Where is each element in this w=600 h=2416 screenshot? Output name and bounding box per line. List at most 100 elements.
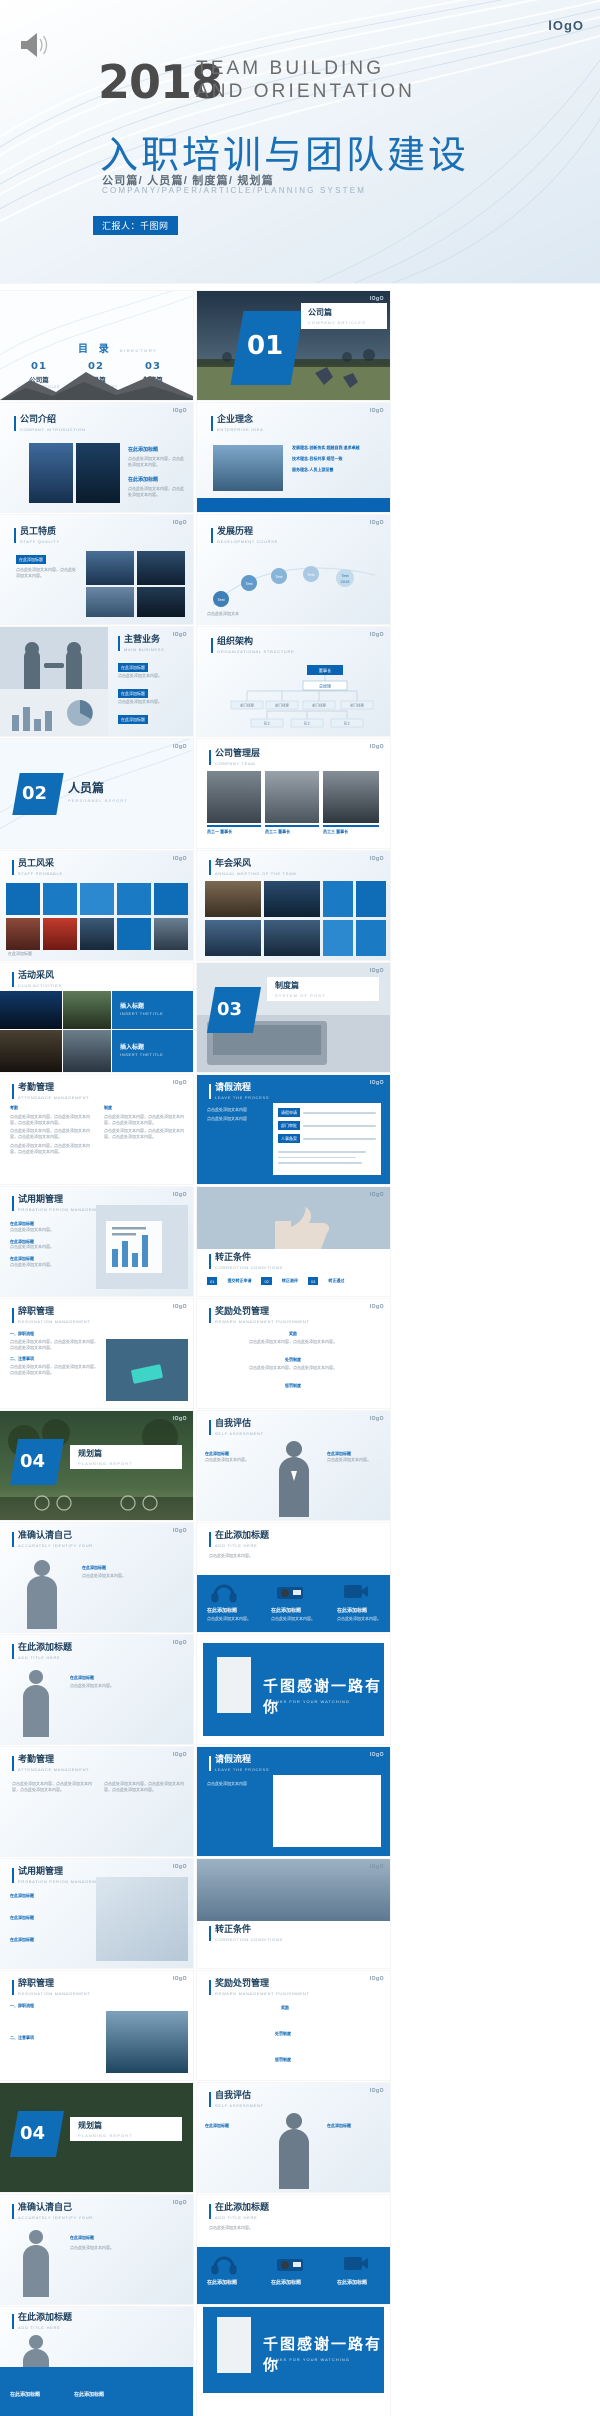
svg-text:Text: Text	[307, 572, 315, 577]
accent-tick	[209, 1980, 211, 1995]
svg-text:Text: Text	[217, 597, 225, 602]
icon-strip: 在此添加标题 在此添加标题	[0, 2367, 193, 2416]
text-block-1: 在此添加标题 点击此处添加文本内容，点击此处添加文本内容。	[128, 447, 186, 468]
section-slide-01[interactable]: 01 公司篇 COMPANY ARTICLES lOgO	[197, 291, 390, 400]
slide-prepare-target[interactable]: 准确认清自己 ACCURATELY IDENTIFY YOUR 在此添加标题 点…	[0, 1523, 193, 1632]
slide-body: 点击此处添加文本内容，点击此处添加文本内容，点击此处添加文本内容。	[104, 1128, 184, 1140]
slide-main-business[interactable]: 主营业务 MAIN BUSINESS 在此添加标题 点击此处添加文本内容。 在此…	[0, 627, 193, 736]
slide-resign[interactable]: 辞职管理 RESIGNATION MANAGEMENT 一、辞职流程 点击此处添…	[0, 1299, 193, 1408]
flow-connector	[303, 1111, 376, 1114]
icon-tile-umbrella	[6, 883, 40, 915]
mini-logo: lOgO	[369, 968, 384, 974]
accent-tick	[118, 636, 120, 651]
slide-attendance[interactable]: 考勤管理 ATTENDANCE MANAGEMENT 考勤 点击此处添加文本内容…	[0, 1075, 193, 1184]
section-title-card: 规划篇 PLANNING REPORT	[70, 2117, 182, 2141]
section-04-title-card: 规划篇 PLANNING REPORT	[70, 1445, 182, 1469]
svg-text:员工: 员工	[344, 722, 351, 726]
accent-tick	[12, 1868, 14, 1883]
slide-extra-9[interactable]: 准确认清自己 ACCURATELY IDENTIFY YOUR 在此添加标题 点…	[0, 2195, 193, 2304]
slide-extra-6[interactable]: 奖励处罚管理 REWARD MANAGEMENT PUNISHMENT 奖励 处…	[197, 1971, 390, 2080]
svg-text:Text: Text	[245, 581, 253, 586]
slide-extra-10[interactable]: 在此添加标题 ADD TITLE HERE 点击此处添加文本内容。 在此添加标题…	[197, 2195, 390, 2304]
section-slide-03[interactable]: 03 制度篇 SYSTEM OF POST lOgO	[197, 963, 390, 1072]
person-silhouette-icon	[23, 2230, 49, 2297]
accent-tick	[211, 416, 213, 431]
projector-icon	[275, 2251, 305, 2280]
slide-title-en: LEAVE THE PROCESS	[215, 1766, 270, 1772]
slide-label-2: 制度	[104, 1105, 112, 1110]
slide-probation[interactable]: 试用期管理 PROBATION PERIOD MANAGEMENT 在此添加标题…	[0, 1187, 193, 1296]
slide-activity-style[interactable]: 活动采风 CLUB ACTIVITIES 插入标题 INSERT THETITL…	[0, 963, 193, 1072]
slide-label-1: 在此添加标题	[207, 1608, 238, 1614]
slide-title-en: COMPANY INTRODUCTION	[20, 426, 86, 432]
slide-label-1: 在此添加标题	[10, 2392, 41, 2398]
photo-tile	[323, 920, 353, 956]
headphone-icon	[211, 1581, 237, 1608]
slide-extra-4[interactable]: 转正条件 CORRECTION CONDITIONS lOgO	[197, 1859, 390, 1968]
slide-reward-punish[interactable]: 奖励处罚管理 REWARD MANAGEMENT PUNISHMENT 奖励 点…	[197, 1299, 390, 1408]
accent-tick	[12, 1756, 14, 1771]
slide-enterprise-idea[interactable]: 企业理念 ENTERPRISE IDEA 发展理念-创新务实 超越自我 追求卓越…	[197, 403, 390, 512]
slide-title-cn: 公司介绍	[20, 414, 57, 424]
reward-block: 奖励 点击此处添加文本内容，点击此处添加文本内容。	[209, 1331, 377, 1345]
slide-label-1: 在此添加标题	[128, 447, 159, 453]
text-block-2: 在此添加标题 点击此处添加文本内容，点击此处添加文本内容。	[128, 477, 186, 498]
slide-extra-8[interactable]: 自我评估 SELF ASSESSMENT 在此添加标题 在此添加标题 lOgO	[197, 2083, 390, 2192]
section-title-cn: 规划篇	[78, 2121, 102, 2130]
leave-flow-card: 请假申请 部门审批 人事备案	[273, 1103, 381, 1175]
slide-company-team[interactable]: 公司管理层 COMPANY TEAM 员工一 董事长 员工二 董事长 员工三 董…	[197, 739, 390, 848]
slide-company-intro[interactable]: 公司介绍 COMPANY INTRODUCTION 在此添加标题 点击此处添加文…	[0, 403, 193, 512]
slide-staff-style[interactable]: 员工风采 STAFF PROBABLE 在此添加标题 lOgO	[0, 851, 193, 960]
section-01-title-cn: 公司篇	[308, 308, 332, 317]
toc-slide[interactable]: 目 录 DIRECTORY 01 公司篇 COMPANY ARTICLES 02…	[0, 291, 193, 400]
slide-title-cn: 奖励处罚管理	[215, 1306, 270, 1316]
slide-dev-course[interactable]: 发展历程 DEVELOPMENT COURSE Text Text Text Text…	[197, 515, 390, 624]
slide-title-cn: 在此添加标题	[215, 2202, 270, 2212]
hero-english-title: TEAM BUILDING AND ORIENTATION	[196, 57, 415, 103]
flow-card	[273, 1775, 381, 1847]
thankyou-panel: 千图感谢一路有你 THANKS FOR YOUR WATCHING	[203, 2307, 384, 2393]
slide-body: 点击此处添加文本	[207, 611, 239, 616]
slide-title-en: CLUB ACTIVITIES	[18, 982, 62, 988]
photo-tile	[43, 918, 77, 950]
slide-add-title-here[interactable]: 在此添加标题 ADD TITLE HERE 点击此处添加文本内容。 在此添加标题…	[197, 1523, 390, 1632]
slide-body: 点击此处添加文本内容。	[209, 2225, 253, 2230]
slide-title-en: RESIGNATION MANAGEMENT	[18, 1990, 91, 1996]
slide-self-assess[interactable]: 自我评估 SELF ASSESSMENT 在此添加标题 点击此处添加文本内容。 …	[197, 1411, 390, 1520]
slide-title-cn: 在此添加标题	[18, 2312, 73, 2322]
mini-logo: lOgO	[369, 632, 384, 638]
slide-annual-meeting[interactable]: 年会采风 ANNUAL MEETING OF THE TEAM lOgO	[197, 851, 390, 960]
mini-logo: lOgO	[172, 1416, 187, 1422]
svg-text:董事长: 董事长	[319, 667, 332, 674]
slide-title-cn: 组织架构	[217, 636, 254, 646]
slide-extra-3[interactable]: 试用期管理 PROBATION PERIOD MANAGEMENT 在此添加标题…	[0, 1859, 193, 1968]
slide-body: 点击此处添加文本内容。	[337, 1616, 381, 1621]
slide-leave-process[interactable]: 请假流程 LEAVE THE PROCESS 点击此处添加文本内容 点击此处添加…	[197, 1075, 390, 1184]
slide-extra-1[interactable]: 考勤管理 ATTENDANCE MANAGEMENT 点击此处添加文本内容，点击…	[0, 1747, 193, 1856]
slide-placeholder-left[interactable]: 在此添加标题 ADD TITLE HERE 在此添加标题 点击此处添加文本内容。…	[0, 1635, 193, 1744]
slide-correction-conditions[interactable]: 转正条件 CORRECTION CONDITIONS 01 提交转正申请 02 …	[197, 1187, 390, 1296]
accent-tick	[209, 2092, 211, 2107]
attendance-text-left: 考勤 点击此处添加文本内容，点击此处添加文本内容，点击此处添加文本内容。 点击此…	[10, 1105, 94, 1155]
slide-extra-7[interactable]: 04 规划篇 PLANNING REPORT	[0, 2083, 193, 2192]
slide-title-cn: 在此添加标题	[18, 1642, 73, 1652]
thumbs-up-illustration	[197, 1187, 390, 1249]
slide-heading: 辞职管理 RESIGNATION MANAGEMENT	[12, 1978, 91, 1996]
slide-title-cn: 企业理念	[217, 414, 254, 424]
accent-tick	[12, 2314, 14, 2329]
slide-title-en: ADD TITLE HERE	[18, 1654, 61, 1660]
svg-text:部门经理: 部门经理	[312, 703, 326, 708]
probation-list: 在此添加标题 点击此处添加文本内容。 在此添加标题 点击此处添加文本内容。 在此…	[10, 1221, 88, 1268]
section-slide-04[interactable]: 04 规划篇 PLANNING REPORT lOgO	[0, 1411, 193, 1520]
svg-text:员工: 员工	[304, 722, 311, 726]
icon-tile-person	[43, 883, 77, 915]
slide-label-2: 二、注意事项	[10, 1356, 34, 1362]
reporter-badge: 汇报人：千图网	[93, 216, 178, 235]
slide-extra-5[interactable]: 辞职管理 RESIGNATION MANAGEMENT 一、辞职流程 二、注意事…	[0, 1971, 193, 2080]
photo-thumb	[86, 587, 134, 617]
slide-org-structure[interactable]: 组织架构 ORGANIZATIONAL STRUCTURE 董事长 总经理 部门…	[197, 627, 390, 736]
slide-extra-2[interactable]: 请假流程 LEAVE THE PROCESS 点击此处添加文本内容 lOgO	[197, 1747, 390, 1856]
slide-staff-traits[interactable]: 员工特质 STAFF QUALITY 在此添加标题 点击此处添加文本内容，点击此…	[0, 515, 193, 624]
section-slide-02[interactable]: 02 人员篇 PERSONNEL REPORT lOgO	[0, 739, 193, 848]
slide-thank-you[interactable]: 千图感谢一路有你 THANKS FOR YOUR WATCHING	[197, 1635, 390, 1744]
